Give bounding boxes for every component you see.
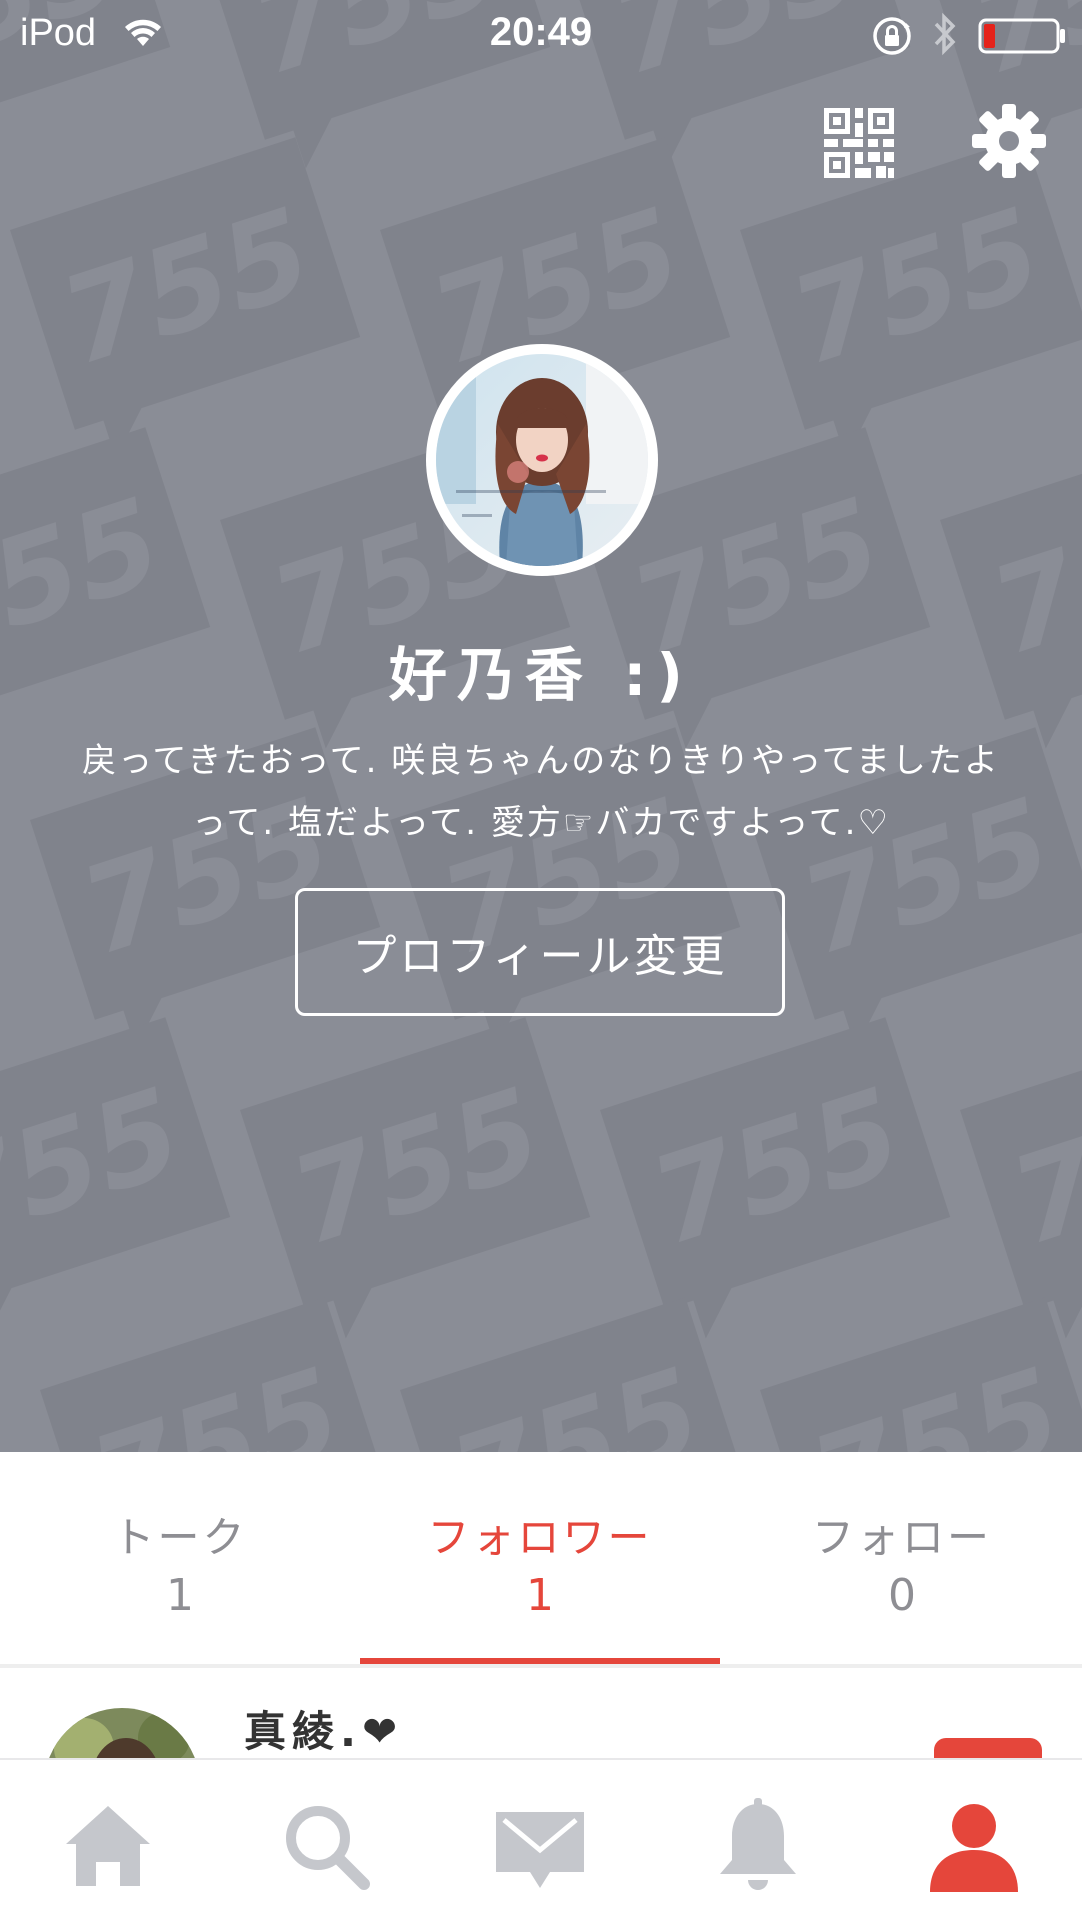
pattern-bubble: 755 bbox=[240, 1017, 591, 1339]
profile-avatar[interactable] bbox=[426, 344, 658, 576]
profile-bio: 戻ってきたおって. 咲良ちゃんのなりきりやってましたよ って. 塩だよって. 愛… bbox=[40, 730, 1042, 854]
follower-name: 真綾.❤ bbox=[244, 1707, 404, 1756]
pattern-bubble: 755 bbox=[960, 1017, 1082, 1339]
settings-gear-icon[interactable] bbox=[970, 102, 1048, 180]
bio-line-2: って. 塩だよって. 愛方☞バカですよって.♡ bbox=[192, 803, 890, 843]
tab-following-count: 0 bbox=[888, 1570, 916, 1621]
tab-followers-label: フォロワー bbox=[427, 1513, 653, 1562]
clock: 20:49 bbox=[489, 10, 593, 54]
755-background-pattern: 755 755 755755 755 755 755755 755 755755 755 755 7… bbox=[0, 0, 1082, 1452]
search-icon[interactable] bbox=[276, 1796, 376, 1896]
tab-talk[interactable]: トーク 1 bbox=[0, 1452, 360, 1664]
profile-screen: 755 755 755 755 755 755 755 755 755 755 755 755 755 7… bbox=[0, 0, 1082, 1920]
tab-following[interactable]: フォロー 0 bbox=[722, 1452, 1082, 1664]
follower-avatar bbox=[44, 1708, 200, 1758]
pattern-bubble: 755 bbox=[600, 1017, 951, 1339]
edit-profile-button[interactable]: プロフィール変更 bbox=[295, 888, 785, 1016]
message-icon[interactable] bbox=[490, 1796, 590, 1896]
tab-talk-label: トーク bbox=[112, 1513, 248, 1562]
pattern-bubble: 755 bbox=[10, 137, 361, 459]
pattern-bubble: 755 bbox=[760, 1297, 1082, 1452]
bottom-tab-bar bbox=[0, 1758, 1082, 1920]
list-item[interactable]: 真綾.❤ bbox=[0, 1668, 1082, 1758]
profile-stats-tabs: トーク 1 フォロワー 1 フォロー 0 bbox=[0, 1452, 1082, 1666]
bell-icon[interactable] bbox=[708, 1796, 808, 1896]
rotation-lock-icon bbox=[873, 17, 911, 55]
tab-following-label: フォロー bbox=[811, 1513, 992, 1562]
battery-icon bbox=[978, 18, 1065, 54]
tab-followers-count: 1 bbox=[526, 1570, 554, 1621]
pattern-bubble: 755 bbox=[740, 137, 1082, 459]
avatar-photo bbox=[436, 354, 648, 566]
tab-talk-count: 1 bbox=[166, 1570, 194, 1621]
pattern-bubble: 755 bbox=[0, 1017, 231, 1339]
qr-code-icon[interactable] bbox=[822, 106, 896, 180]
profile-name: 好乃香 :) bbox=[389, 641, 693, 709]
profile-header: 755 755 755 755 755 755 755 755 755 755 755 755 755 7… bbox=[0, 0, 1082, 1452]
profile-icon[interactable] bbox=[924, 1796, 1024, 1896]
bluetooth-icon bbox=[934, 12, 956, 56]
status-bar: iPod 20:49 bbox=[0, 0, 1082, 70]
tab-followers[interactable]: フォロワー 1 bbox=[360, 1452, 720, 1664]
bio-line-1: 戻ってきたおって. 咲良ちゃんのなりきりやってましたよ bbox=[82, 741, 1000, 781]
home-icon[interactable] bbox=[58, 1796, 158, 1896]
follow-back-button[interactable] bbox=[934, 1738, 1042, 1758]
